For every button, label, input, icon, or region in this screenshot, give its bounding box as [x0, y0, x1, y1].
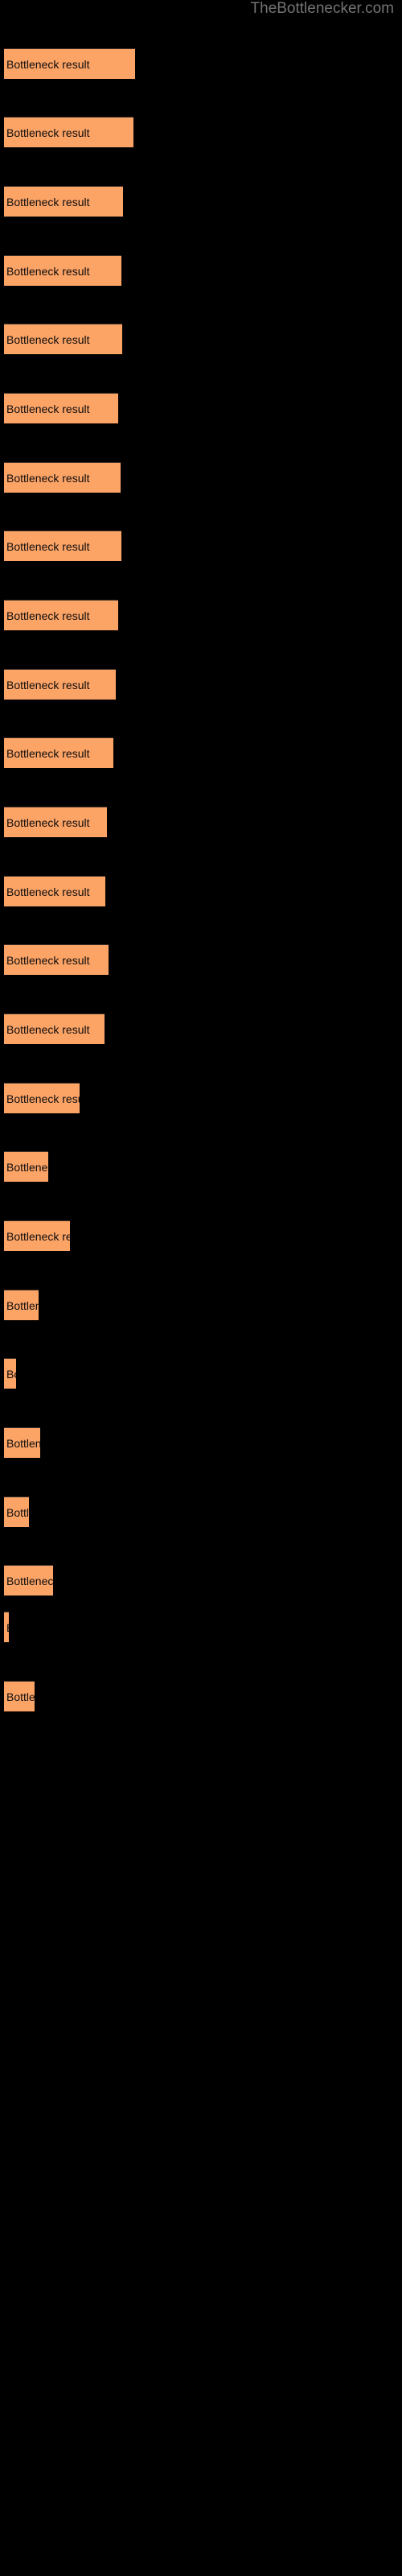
bar-label: Bottleneck result [6, 1367, 16, 1381]
bar-label: Bottleneck result [6, 1621, 9, 1634]
bar-row: Bottleneck result [0, 1290, 402, 1321]
bottleneck-result-bar[interactable]: Bottleneck result [4, 1220, 70, 1251]
bottleneck-result-bar[interactable]: Bottleneck result [4, 1358, 16, 1389]
bar-label: Bottleneck result [6, 1022, 90, 1036]
bar-label: Bottleneck result [6, 402, 90, 415]
bar-row: Bottleneck result [0, 1013, 402, 1045]
bar-row: Bottleneck result [0, 1220, 402, 1252]
bar-label: Bottleneck result [6, 1092, 80, 1105]
bottleneck-result-bar[interactable]: Bottleneck result [4, 1612, 9, 1642]
bottleneck-result-bar[interactable]: Bottleneck result [4, 48, 135, 79]
bottleneck-result-bar[interactable]: Bottleneck result [4, 1565, 53, 1596]
bar-label: Bottleneck result [6, 1298, 39, 1312]
bar-label: Bottleneck result [6, 885, 90, 898]
bar-row: Bottleneck result [0, 186, 402, 217]
bottleneck-result-bar[interactable]: Bottleneck result [4, 669, 116, 700]
bar-row: Bottleneck result [0, 807, 402, 838]
bottleneck-result-bar[interactable]: Bottleneck result [4, 737, 113, 768]
bottleneck-result-bar[interactable]: Bottleneck result [4, 462, 121, 493]
bottleneck-result-bar[interactable]: Bottleneck result [4, 393, 118, 423]
bottleneck-result-bar[interactable]: Bottleneck result [4, 1013, 105, 1044]
bottleneck-result-bar[interactable]: Bottleneck result [4, 1290, 39, 1320]
bottleneck-result-bar[interactable]: Bottleneck result [4, 1681, 35, 1711]
bar-row: Bottleneck result [0, 876, 402, 907]
bar-label: Bottleneck result [6, 126, 90, 139]
bar-row: Bottleneck result [0, 1083, 402, 1114]
bar-label: Bottleneck result [6, 195, 90, 208]
bottleneck-result-bar[interactable]: Bottleneck result [4, 186, 123, 217]
bar-row: Bottleneck result [0, 324, 402, 355]
bar-label: Bottleneck result [6, 678, 90, 691]
bottleneck-result-bar[interactable]: Bottleneck result [4, 117, 133, 147]
bar-label: Bottleneck result [6, 1436, 40, 1450]
bottleneck-result-bar[interactable]: Bottleneck result [4, 600, 118, 630]
bottleneck-result-bar[interactable]: Bottleneck result [4, 1427, 40, 1458]
bar-label: Bottleneck result [6, 609, 90, 622]
bottleneck-result-bar[interactable]: Bottleneck result [4, 1083, 80, 1113]
bar-label: Bottleneck result [6, 953, 90, 967]
bar-row: Bottleneck result [0, 1427, 402, 1459]
bar-label: Bottleneck result [6, 1505, 29, 1519]
bottleneck-result-bar[interactable]: Bottleneck result [4, 876, 105, 906]
bottleneck-result-bar[interactable]: Bottleneck result [4, 1496, 29, 1527]
bar-label: Bottleneck result [6, 1160, 48, 1174]
bar-row: Bottleneck result [0, 1151, 402, 1183]
bottleneck-result-bar[interactable]: Bottleneck result [4, 530, 121, 561]
bar-label: Bottleneck result [6, 57, 90, 71]
bar-row: Bottleneck result [0, 1681, 402, 1712]
bar-row: Bottleneck result [0, 462, 402, 493]
bar-label: Bottleneck result [6, 1574, 53, 1587]
bar-label: Bottleneck result [6, 1229, 70, 1243]
bar-row: Bottleneck result [0, 1358, 402, 1389]
bar-row: Bottleneck result [0, 1496, 402, 1528]
bar-row: Bottleneck result [0, 117, 402, 148]
bottleneck-result-bar[interactable]: Bottleneck result [4, 944, 109, 975]
bottleneck-bar-chart: Bottleneck result Bottleneck result Bottle… [0, 0, 402, 2576]
bar-row: Bottleneck result [0, 669, 402, 700]
bottleneck-result-bar[interactable]: Bottleneck result [4, 255, 121, 286]
bottleneck-result-bar[interactable]: Bottleneck result [4, 1151, 48, 1182]
bar-row: Bottleneck result [0, 1612, 402, 1643]
bar-row: Bottleneck result [0, 255, 402, 287]
bar-label: Bottleneck result [6, 1690, 35, 1703]
bar-label: Bottleneck result [6, 471, 90, 485]
bar-row: Bottleneck result [0, 48, 402, 80]
bar-row: Bottleneck result [0, 600, 402, 631]
bar-label: Bottleneck result [6, 332, 90, 346]
bar-label: Bottleneck result [6, 746, 90, 760]
bar-row: Bottleneck result [0, 1565, 402, 1596]
bar-row: Bottleneck result [0, 530, 402, 562]
bar-label: Bottleneck result [6, 539, 90, 553]
bar-row: Bottleneck result [0, 944, 402, 976]
bar-label: Bottleneck result [6, 815, 90, 829]
page-root: TheBottlenecker.com Bottleneck result Bot… [0, 0, 402, 2576]
bar-row: Bottleneck result [0, 393, 402, 424]
bar-label: Bottleneck result [6, 264, 90, 278]
bottleneck-result-bar[interactable]: Bottleneck result [4, 807, 107, 837]
bottleneck-result-bar[interactable]: Bottleneck result [4, 324, 122, 354]
bar-row: Bottleneck result [0, 737, 402, 769]
